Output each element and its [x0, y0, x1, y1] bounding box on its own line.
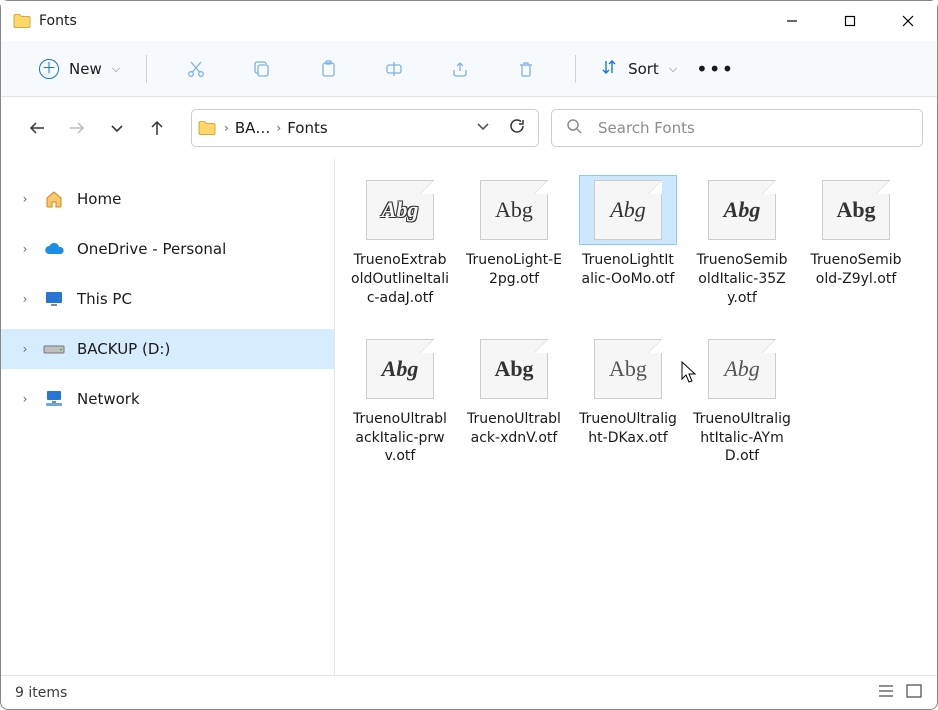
sidebar-item[interactable]: › BACKUP (D:)	[1, 329, 334, 369]
home-icon	[43, 188, 65, 210]
minimize-button[interactable]	[763, 1, 821, 41]
search-input[interactable]	[596, 118, 908, 138]
file-item[interactable]: Abg TruenoUltrablack-xdnV.otf	[459, 330, 569, 471]
more-button[interactable]: •••	[695, 57, 735, 81]
file-name: TruenoUltralight-DKax.otf	[579, 410, 677, 448]
chevron-right-icon[interactable]: ›	[19, 192, 31, 206]
back-button[interactable]	[23, 114, 51, 142]
close-button[interactable]	[879, 1, 937, 41]
address-bar[interactable]: › BA… › Fonts	[191, 109, 539, 147]
font-thumb: Abg	[594, 180, 662, 240]
search-icon	[566, 118, 582, 138]
chevron-right-icon[interactable]: ›	[220, 121, 233, 135]
chevron-down-icon: ⌵	[112, 62, 120, 76]
cut-icon[interactable]	[176, 51, 216, 87]
font-thumb: Abg	[708, 339, 776, 399]
drive-icon	[43, 338, 65, 360]
file-name: TruenoSemiboldItalic-35Zy.otf	[693, 251, 791, 308]
font-thumb: Abg	[708, 180, 776, 240]
new-label: New	[69, 60, 102, 78]
window-controls	[763, 1, 937, 41]
sidebar-item-label: OneDrive - Personal	[77, 240, 226, 258]
sidebar-item-label: BACKUP (D:)	[77, 340, 170, 358]
details-view-button[interactable]	[877, 683, 895, 703]
toolbar: ＋ New ⌵ Sort ⌵ •••	[1, 41, 937, 97]
separator	[146, 55, 147, 83]
delete-icon[interactable]	[506, 51, 546, 87]
forward-button[interactable]	[63, 114, 91, 142]
font-thumb: Abg	[480, 180, 548, 240]
chevron-right-icon[interactable]: ›	[19, 392, 31, 406]
file-item[interactable]: Abg TruenoSemibold-Z9yl.otf	[801, 171, 911, 312]
font-thumb: Abg	[366, 180, 434, 240]
folder-icon	[13, 13, 31, 29]
chevron-right-icon[interactable]: ›	[19, 292, 31, 306]
search-box[interactable]	[551, 109, 923, 147]
recent-button[interactable]	[103, 114, 131, 142]
file-name: TruenoUltrablackItalic-prwv.otf	[351, 410, 449, 467]
sidebar-item-label: Network	[77, 390, 140, 408]
file-item[interactable]: Abg TruenoUltralightItalic-AYmD.otf	[687, 330, 797, 471]
font-thumb: Abg	[480, 339, 548, 399]
file-item[interactable]: Abg TruenoLightItalic-OoMo.otf	[573, 171, 683, 312]
font-thumb: Abg	[822, 180, 890, 240]
font-thumb: Abg	[366, 339, 434, 399]
sidebar-item-label: Home	[77, 190, 121, 208]
monitor-icon	[43, 288, 65, 310]
sidebar: › Home› OneDrive - Personal› This PC› BA…	[1, 159, 335, 675]
file-name: TruenoExtraboldOutlineItalic-adaJ.otf	[351, 251, 449, 308]
refresh-button[interactable]	[502, 117, 532, 139]
chevron-right-icon[interactable]: ›	[19, 242, 31, 256]
breadcrumb-seg[interactable]: Fonts	[287, 119, 327, 137]
icons-view-button[interactable]	[905, 683, 923, 703]
new-button[interactable]: ＋ New ⌵	[31, 55, 128, 83]
share-icon[interactable]	[440, 51, 480, 87]
item-count: 9 items	[15, 685, 67, 701]
separator	[575, 55, 576, 83]
statusbar: 9 items	[1, 675, 937, 709]
file-name: TruenoLightItalic-OoMo.otf	[579, 251, 677, 289]
sidebar-item[interactable]: › OneDrive - Personal	[1, 229, 334, 269]
file-item[interactable]: Abg TruenoSemiboldItalic-35Zy.otf	[687, 171, 797, 312]
file-item[interactable]: Abg TruenoUltralight-DKax.otf	[573, 330, 683, 471]
up-button[interactable]	[143, 114, 171, 142]
file-item[interactable]: Abg TruenoUltrablackItalic-prwv.otf	[345, 330, 455, 471]
file-item[interactable]: Abg TruenoLight-E2pg.otf	[459, 171, 569, 312]
file-name: TruenoLight-E2pg.otf	[465, 251, 563, 289]
file-name: TruenoUltrablack-xdnV.otf	[465, 410, 563, 448]
file-item[interactable]: Abg TruenoExtraboldOutlineItalic-adaJ.ot…	[345, 171, 455, 312]
content-pane[interactable]: Abg TruenoExtraboldOutlineItalic-adaJ.ot…	[335, 159, 937, 675]
file-name: TruenoUltralightItalic-AYmD.otf	[693, 410, 791, 467]
chevron-right-icon[interactable]: ›	[19, 342, 31, 356]
paste-icon[interactable]	[308, 51, 348, 87]
sidebar-item[interactable]: › This PC	[1, 279, 334, 319]
sidebar-item-label: This PC	[77, 290, 132, 308]
breadcrumb-seg[interactable]: BA…	[235, 119, 271, 137]
network-icon	[43, 388, 65, 410]
font-thumb: Abg	[594, 339, 662, 399]
maximize-button[interactable]	[821, 1, 879, 41]
sidebar-item[interactable]: › Network	[1, 379, 334, 419]
sort-icon	[600, 58, 618, 80]
copy-icon[interactable]	[242, 51, 282, 87]
onedrive-icon	[43, 238, 65, 260]
sort-label: Sort	[628, 60, 659, 78]
window-title: Fonts	[39, 13, 77, 29]
sidebar-item[interactable]: › Home	[1, 179, 334, 219]
plus-icon: ＋	[39, 59, 59, 79]
file-grid: Abg TruenoExtraboldOutlineItalic-adaJ.ot…	[345, 171, 927, 470]
titlebar: Fonts	[1, 1, 937, 41]
breadcrumb: › BA… › Fonts	[220, 119, 464, 137]
folder-icon	[198, 120, 216, 136]
sort-button[interactable]: Sort ⌵	[594, 54, 683, 84]
file-name: TruenoSemibold-Z9yl.otf	[807, 251, 905, 289]
navbar: › BA… › Fonts	[1, 97, 937, 159]
rename-icon[interactable]	[374, 51, 414, 87]
chevron-right-icon[interactable]: ›	[272, 121, 285, 135]
chevron-down-icon: ⌵	[669, 62, 677, 76]
address-dropdown-icon[interactable]	[468, 119, 498, 137]
